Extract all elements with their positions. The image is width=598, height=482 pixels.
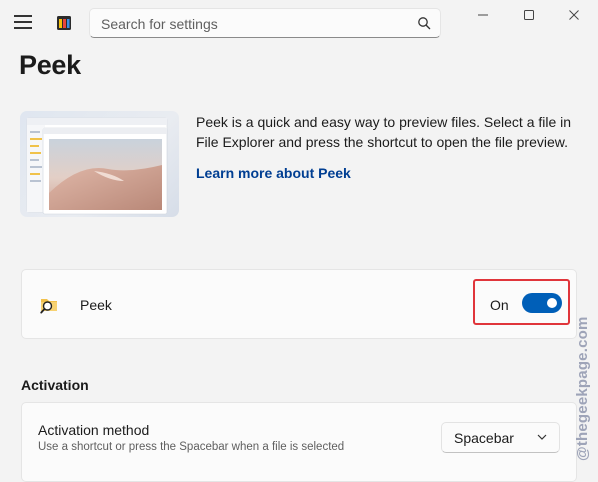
hamburger-menu-icon[interactable] [14, 15, 32, 29]
minimize-button[interactable] [461, 4, 505, 26]
toggle-state-label: On [490, 297, 509, 313]
activation-method-card: Activation method Use a shortcut or pres… [21, 402, 577, 482]
powertoys-logo-icon [57, 16, 71, 30]
activation-method-description: Use a shortcut or press the Spacebar whe… [38, 441, 345, 453]
minimize-icon [478, 14, 488, 16]
search-icon[interactable] [417, 16, 431, 30]
close-button[interactable] [552, 4, 596, 26]
peek-label: Peek [80, 297, 112, 313]
search-box[interactable] [89, 8, 441, 38]
toggle-knob [547, 298, 557, 308]
maximize-button[interactable] [507, 4, 551, 26]
hero-image [20, 111, 179, 217]
close-icon [569, 10, 579, 20]
page-title: Peek [19, 50, 81, 80]
chevron-down-icon [537, 434, 547, 440]
activation-method-title: Activation method [38, 422, 150, 438]
title-bar [0, 0, 598, 46]
dropdown-selected-value: Spacebar [454, 430, 514, 446]
module-description: Peek is a quick and easy way to preview … [196, 114, 572, 150]
watermark-text: @thegeekpage.com [574, 316, 591, 461]
activation-section-title: Activation [21, 377, 89, 393]
activation-method-dropdown[interactable]: Spacebar [441, 422, 560, 453]
search-input[interactable] [99, 14, 403, 34]
peek-enable-card: Peek On [21, 269, 577, 339]
peek-preview-illustration [26, 117, 168, 215]
learn-more-link[interactable]: Learn more about Peek [196, 165, 351, 181]
peek-magnifier-folder-icon [40, 299, 57, 314]
enable-peek-toggle[interactable] [522, 293, 562, 313]
maximize-icon [524, 10, 534, 20]
